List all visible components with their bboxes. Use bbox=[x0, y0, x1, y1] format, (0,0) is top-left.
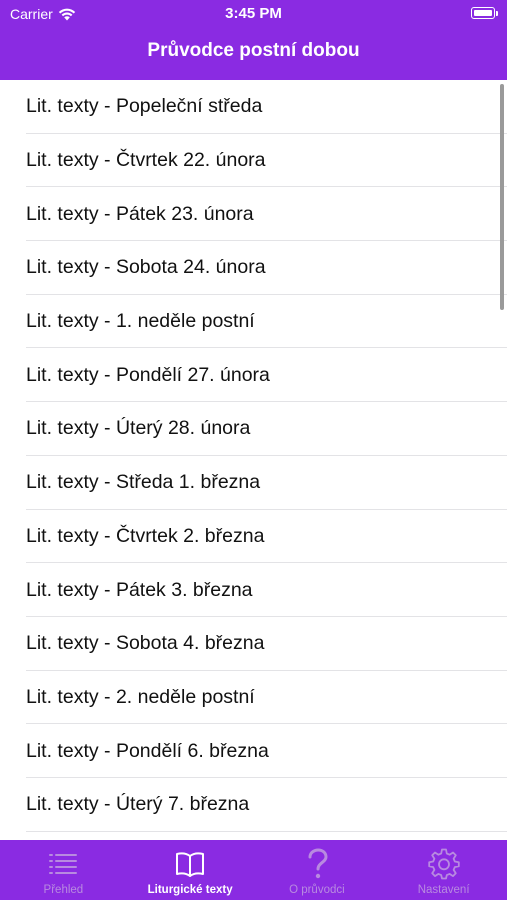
list-item-label: Lit. texty - Pátek 23. února bbox=[26, 202, 254, 225]
list-item-label: Lit. texty - Středa 1. března bbox=[26, 471, 261, 494]
list-item-label: Lit. texty - Pondělí 27. února bbox=[26, 363, 270, 386]
tab-settings-label: Nastavení bbox=[417, 884, 470, 896]
list-item[interactable]: Lit. texty - 1. neděle postní bbox=[0, 295, 507, 349]
list-item[interactable]: Lit. texty - Pátek 3. března bbox=[0, 563, 507, 617]
scrollbar[interactable] bbox=[500, 84, 504, 310]
book-icon bbox=[176, 852, 205, 877]
battery-tip bbox=[496, 11, 498, 16]
tab-overview[interactable]: Přehled bbox=[0, 840, 127, 900]
list-item[interactable]: Lit. texty - Sobota 24. února bbox=[0, 241, 507, 295]
tab-about[interactable]: O průvodci bbox=[254, 840, 381, 900]
navigation-header: Carrier 3:45 PM Průvodce postní dobou bbox=[0, 0, 507, 80]
list-item-label: Lit. texty - Sobota 4. března bbox=[26, 632, 265, 655]
list-item-label: Lit. texty - Pondělí 6. března bbox=[26, 739, 269, 762]
list-item-label: Lit. texty - Čtvrtek 22. února bbox=[26, 149, 266, 172]
tab-about-label: O průvodci bbox=[289, 884, 345, 896]
list-item[interactable]: Lit. texty - Čtvrtek 22. února bbox=[0, 134, 507, 188]
tab-overview-label: Přehled bbox=[43, 884, 84, 896]
list-item-label: Lit. texty - Sobota 24. února bbox=[26, 256, 266, 279]
list-item[interactable]: Lit. texty - Čtvrtek 2. března bbox=[0, 510, 507, 564]
list-item-label: Lit. texty - Úterý 7. března bbox=[26, 793, 250, 816]
battery-icon bbox=[471, 7, 495, 19]
list-item-label: Lit. texty - Čtvrtek 2. března bbox=[26, 524, 265, 547]
list-item-label: Lit. texty - Pátek 3. března bbox=[26, 578, 253, 601]
list-icon bbox=[49, 854, 78, 874]
list-item[interactable]: Lit. texty - Popeleční středa bbox=[0, 80, 507, 134]
list-item[interactable]: Lit. texty - Úterý 28. února bbox=[0, 402, 507, 456]
tab-liturgical-texts-label: Liturgické texty bbox=[147, 884, 233, 896]
gear-icon bbox=[427, 848, 460, 880]
list-item-label: Lit. texty - Popeleční středa bbox=[26, 95, 263, 118]
list-item[interactable]: Lit. texty - Pátek 23. února bbox=[0, 187, 507, 241]
clock: 3:45 PM bbox=[225, 5, 282, 22]
list-item[interactable]: Lit. texty - Středa 1. března bbox=[0, 456, 507, 510]
list-item[interactable]: Lit. texty - Úterý 7. března bbox=[0, 778, 507, 832]
tab-bar: Přehled Liturgické texty O průvodci Nast… bbox=[0, 840, 507, 900]
list-item-label: Lit. texty - 1. neděle postní bbox=[26, 310, 255, 333]
list-item[interactable]: Lit. texty - Pondělí 6. března bbox=[0, 724, 507, 778]
question-icon bbox=[308, 848, 328, 879]
texts-list[interactable]: Lit. texty - Popeleční středa Lit. texty… bbox=[0, 80, 507, 840]
list-item-label: Lit. texty - 2. neděle postní bbox=[26, 685, 255, 708]
tab-liturgical-texts[interactable]: Liturgické texty bbox=[127, 840, 254, 900]
status-bar: Carrier 3:45 PM bbox=[0, 0, 507, 28]
page-title: Průvodce postní dobou bbox=[147, 40, 360, 61]
list-item[interactable]: Lit. texty - Pondělí 27. února bbox=[0, 348, 507, 402]
list-item[interactable]: Lit. texty - 2. neděle postní bbox=[0, 671, 507, 725]
list-item-label: Lit. texty - Úterý 28. února bbox=[26, 417, 251, 440]
list-item[interactable]: Lit. texty - Sobota 4. března bbox=[0, 617, 507, 671]
tab-settings[interactable]: Nastavení bbox=[380, 840, 507, 900]
